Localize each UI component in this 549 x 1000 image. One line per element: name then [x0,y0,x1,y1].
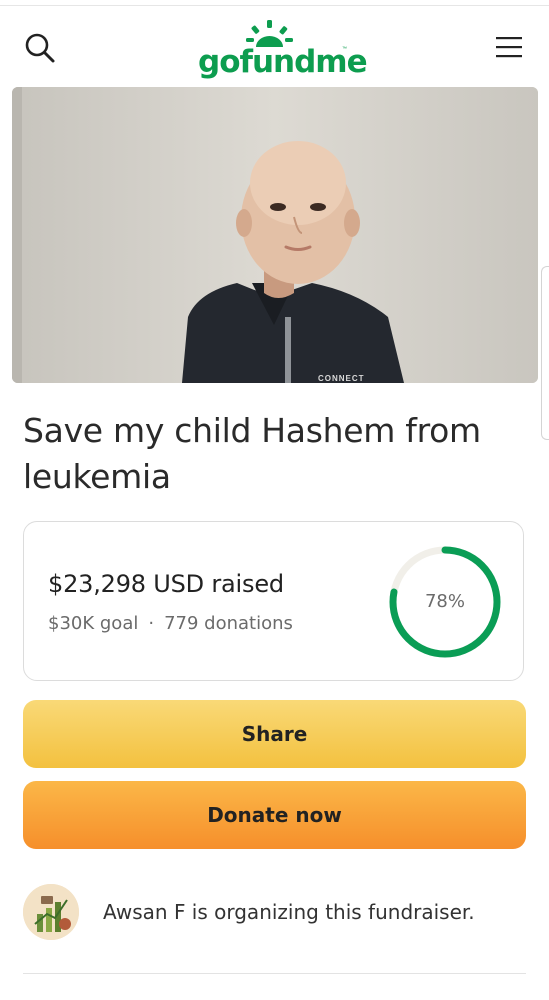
donation-count: 779 donations [164,613,293,634]
donate-now-button[interactable]: Donate now [23,781,526,849]
hamburger-menu-icon [496,37,522,58]
campaign-title: Save my child Hashem from leukemia [23,411,481,496]
scroll-handle[interactable] [541,266,549,440]
menu-button[interactable] [494,34,524,60]
donation-stats-card: $23,298 USD raised $30K goal · 779 donatio… [23,521,524,681]
organizer-avatar [23,884,79,940]
goal-and-donations: $30K goal · 779 donations [48,613,293,634]
section-divider [23,973,526,974]
goal-amount: $30K goal [48,613,139,634]
progress-percent: 78% [424,591,465,612]
shirt-print-text: CONNECT [318,374,365,383]
organizer-text: Awsan F is organizing this fundraiser. [103,900,475,924]
share-button[interactable]: Share [23,700,526,768]
separator-dot: · [148,613,155,634]
search-icon [25,33,55,63]
amount-raised: $23,298 USD raised [48,570,284,598]
trademark-mark: ™ [342,46,347,52]
search-button[interactable] [22,30,58,66]
progress-ring: 78% [387,544,503,660]
header: gofundme ™ [0,6,549,84]
campaign-photo-illustration [12,87,538,383]
campaign-photo[interactable]: CONNECT [12,87,538,383]
organizer-row[interactable]: Awsan F is organizing this fundraiser. [23,884,526,940]
gofundme-logo[interactable]: gofundme ™ [196,18,368,80]
